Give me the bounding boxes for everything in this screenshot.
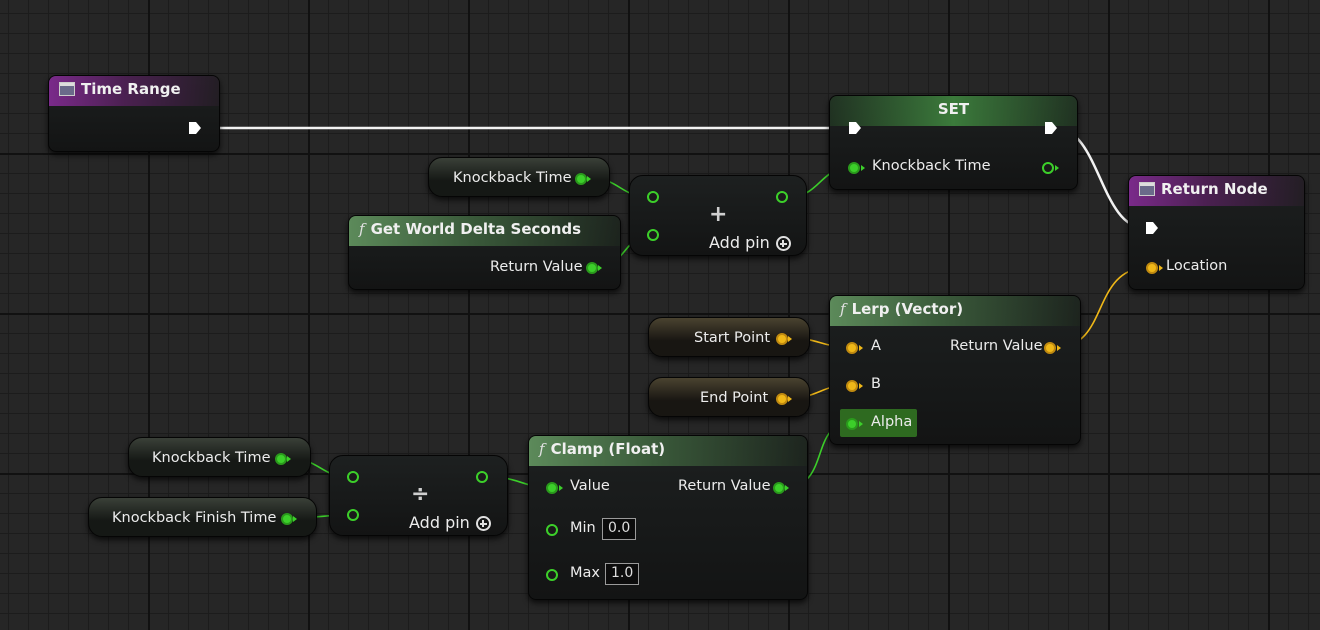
time-range-title: Time Range <box>81 80 181 98</box>
knockback-time-getter-top[interactable]: Knockback Time <box>428 157 610 197</box>
clamp-value-arrow-icon <box>559 485 570 491</box>
get-world-delta-title: Get World Delta Seconds <box>370 220 582 238</box>
clamp-return-arrow-icon <box>785 485 796 491</box>
lerp-b-label: B <box>871 376 881 392</box>
end-point-arrow-icon <box>788 396 799 402</box>
start-point-arrow-icon <box>788 336 799 342</box>
clamp-max-label: Max <box>570 565 600 581</box>
start-point-out-pin[interactable] <box>776 333 788 345</box>
lerp-a-pin[interactable] <box>846 342 858 354</box>
clamp-value-pin[interactable] <box>546 482 558 494</box>
get-world-delta-return-label: Return Value <box>490 259 583 275</box>
knockback-time-top-label: Knockback Time <box>453 170 572 186</box>
get-world-delta-return-arrow-icon <box>598 265 609 271</box>
set-knockback-out-pin[interactable] <box>1042 162 1054 174</box>
set-knockback-in-arrow-icon <box>861 165 872 171</box>
start-point-label: Start Point <box>694 330 771 346</box>
return-node-header: Return Node <box>1129 176 1304 206</box>
start-point-getter[interactable]: Start Point <box>648 317 810 357</box>
clamp-header: f Clamp (Float) <box>529 436 807 466</box>
set-header: SET <box>830 96 1077 126</box>
return-window-icon <box>1139 182 1155 196</box>
lerp-title: Lerp (Vector) <box>851 300 964 318</box>
clamp-max-input[interactable]: 1.0 <box>605 563 640 585</box>
knockback-time-bottom-label: Knockback Time <box>152 450 271 466</box>
divide-in-b-pin[interactable] <box>347 509 359 521</box>
knockback-finish-time-arrow-icon <box>293 516 304 522</box>
get-world-delta-seconds-node[interactable]: f Get World Delta Seconds Return Value <box>348 215 621 290</box>
get-world-delta-header: f Get World Delta Seconds <box>349 216 620 246</box>
function-icon: f <box>539 440 545 458</box>
set-exec-in-pin-icon[interactable] <box>848 121 862 135</box>
lerp-b-pin[interactable] <box>846 380 858 392</box>
add-pin-button[interactable]: Add pin <box>709 233 791 252</box>
knockback-time-getter-bottom[interactable]: Knockback Time <box>128 437 311 477</box>
knockback-time-bottom-arrow-icon <box>287 456 298 462</box>
clamp-return-pin[interactable] <box>773 482 785 494</box>
clamp-min-pin[interactable] <box>546 524 558 536</box>
knockback-time-bottom-out-pin[interactable] <box>275 453 287 465</box>
return-node[interactable]: Return Node Location <box>1128 175 1305 290</box>
knockback-finish-time-out-pin[interactable] <box>281 513 293 525</box>
set-knockback-out-arrow-icon <box>1055 165 1066 171</box>
add-operator-icon: + <box>709 202 728 227</box>
clamp-max-pin[interactable] <box>546 569 558 581</box>
add-in-a-pin[interactable] <box>647 191 659 203</box>
lerp-alpha-pin[interactable] <box>846 418 858 430</box>
end-point-label: End Point <box>700 390 769 406</box>
add-out-pin[interactable] <box>776 191 788 203</box>
divide-node[interactable]: ÷ Add pin <box>329 455 508 536</box>
return-exec-in-pin-icon[interactable] <box>1145 221 1159 235</box>
lerp-return-pin[interactable] <box>1044 342 1056 354</box>
divide-add-pin-button[interactable]: Add pin <box>409 513 491 532</box>
function-icon: f <box>840 300 846 318</box>
clamp-float-node[interactable]: f Clamp (Float) Value Return Value Min 0.… <box>528 435 808 600</box>
clamp-value-label: Value <box>570 478 610 494</box>
end-point-getter[interactable]: End Point <box>648 377 810 417</box>
lerp-alpha-arrow-icon <box>859 421 870 427</box>
divide-add-pin-plus-icon <box>475 516 491 531</box>
add-pin-plus-icon <box>775 236 791 251</box>
set-knockback-in-pin[interactable] <box>848 162 860 174</box>
lerp-vector-node[interactable]: f Lerp (Vector) A Return Value B Alpha <box>829 295 1081 445</box>
clamp-title: Clamp (Float) <box>550 440 666 458</box>
knockback-time-top-out-pin[interactable] <box>575 173 587 185</box>
return-location-pin[interactable] <box>1146 262 1158 274</box>
knockback-finish-time-getter[interactable]: Knockback Finish Time <box>88 497 317 537</box>
lerp-header: f Lerp (Vector) <box>830 296 1080 326</box>
knockback-time-top-arrow-icon <box>587 176 598 182</box>
knockback-finish-time-label: Knockback Finish Time <box>112 510 277 526</box>
divide-add-pin-label: Add pin <box>409 513 470 532</box>
divide-operator-icon: ÷ <box>411 482 430 507</box>
lerp-b-arrow-icon <box>859 383 870 389</box>
lerp-a-arrow-icon <box>859 345 870 351</box>
add-in-b-pin[interactable] <box>647 229 659 241</box>
add-node[interactable]: + Add pin <box>629 175 807 256</box>
exec-out-pin-icon[interactable] <box>188 121 202 135</box>
time-range-node[interactable]: Time Range <box>48 75 220 152</box>
lerp-a-label: A <box>871 338 881 354</box>
event-window-icon <box>59 82 75 96</box>
set-exec-out-pin-icon[interactable] <box>1044 121 1058 135</box>
add-pin-label: Add pin <box>709 233 770 252</box>
set-node[interactable]: SET Knockback Time <box>829 95 1078 190</box>
divide-in-a-pin[interactable] <box>347 471 359 483</box>
divide-out-pin[interactable] <box>476 471 488 483</box>
lerp-alpha-label: Alpha <box>871 414 913 430</box>
get-world-delta-return-pin[interactable] <box>586 262 598 274</box>
return-node-title: Return Node <box>1161 180 1268 198</box>
return-location-label: Location <box>1166 258 1228 274</box>
end-point-out-pin[interactable] <box>776 393 788 405</box>
clamp-min-label: Min <box>570 520 596 536</box>
clamp-return-label: Return Value <box>678 478 771 494</box>
clamp-min-input[interactable]: 0.0 <box>602 518 637 540</box>
set-title: SET <box>937 100 970 118</box>
time-range-header: Time Range <box>49 76 219 106</box>
function-icon: f <box>359 220 365 238</box>
lerp-return-label: Return Value <box>950 338 1043 354</box>
lerp-return-arrow-icon <box>1057 345 1068 351</box>
set-knockback-label: Knockback Time <box>872 158 991 174</box>
